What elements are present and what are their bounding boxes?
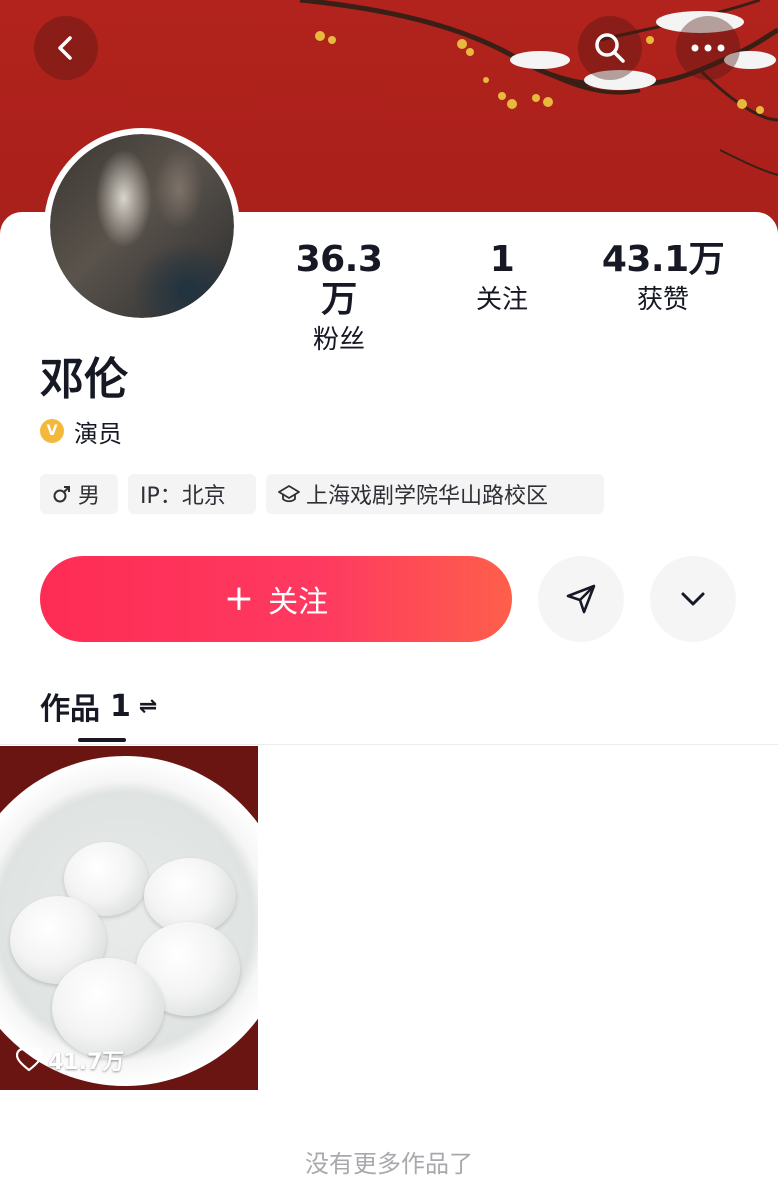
stat-followers[interactable]: 36.3万 粉丝 (278, 240, 400, 358)
plus-icon: + (223, 578, 255, 619)
expand-button[interactable] (650, 556, 736, 642)
search-button[interactable] (578, 16, 642, 80)
stat-likes-label: 获赞 (636, 285, 689, 315)
tab-works-count: 1 (110, 688, 131, 724)
stat-likes-value: 43.1万 (601, 239, 725, 280)
tab-works-label: 作品 (40, 692, 100, 727)
stat-following-value: 1 (489, 239, 515, 280)
verified-badge-icon: V (40, 419, 64, 443)
tab-divider (0, 744, 778, 745)
stat-followers-value: 36.3万 (295, 239, 383, 320)
work-thumbnail[interactable] (0, 746, 258, 1090)
sort-swap-icon[interactable]: ⇌ (139, 694, 157, 719)
stat-following[interactable]: 1 关注 (462, 240, 542, 318)
school-text: 上海戏剧学院华山路校区 (306, 484, 549, 509)
more-icon (691, 44, 725, 52)
verification-row: V 演员 (40, 414, 122, 448)
gender-text: 男 (78, 484, 101, 509)
chevron-down-icon (681, 592, 705, 606)
gender-tag: 男 (40, 474, 118, 514)
work-likes: 41.7万 (16, 1044, 124, 1076)
stat-followers-label: 粉丝 (312, 325, 365, 355)
back-button[interactable] (34, 16, 98, 80)
stat-likes[interactable]: 43.1万 获赞 (600, 240, 726, 318)
profile-name: 邓伦 (40, 354, 128, 405)
heart-icon (16, 1048, 42, 1072)
ip-tag: IP：北京 (128, 474, 256, 514)
back-arrow-icon (58, 36, 72, 60)
stat-following-label: 关注 (475, 285, 528, 315)
school-icon (278, 485, 300, 503)
no-more-works-text: 没有更多作品了 (305, 1150, 473, 1178)
work-likes-count: 41.7万 (48, 1050, 125, 1075)
more-button[interactable] (676, 16, 740, 80)
send-icon (566, 584, 596, 614)
tab-underline (78, 738, 126, 742)
male-icon (53, 486, 70, 503)
message-button[interactable] (538, 556, 624, 642)
follow-button[interactable]: + 关注 (40, 556, 512, 642)
search-icon (595, 33, 625, 63)
tab-works[interactable]: 作品 1 ⇌ (40, 684, 157, 728)
avatar-image (50, 134, 234, 318)
ip-text: IP：北京 (140, 484, 226, 509)
school-tag[interactable]: 上海戏剧学院华山路校区 (266, 474, 604, 514)
avatar[interactable] (44, 128, 240, 324)
follow-label: 关注 (268, 585, 329, 620)
verification-text: 演员 (74, 419, 122, 448)
